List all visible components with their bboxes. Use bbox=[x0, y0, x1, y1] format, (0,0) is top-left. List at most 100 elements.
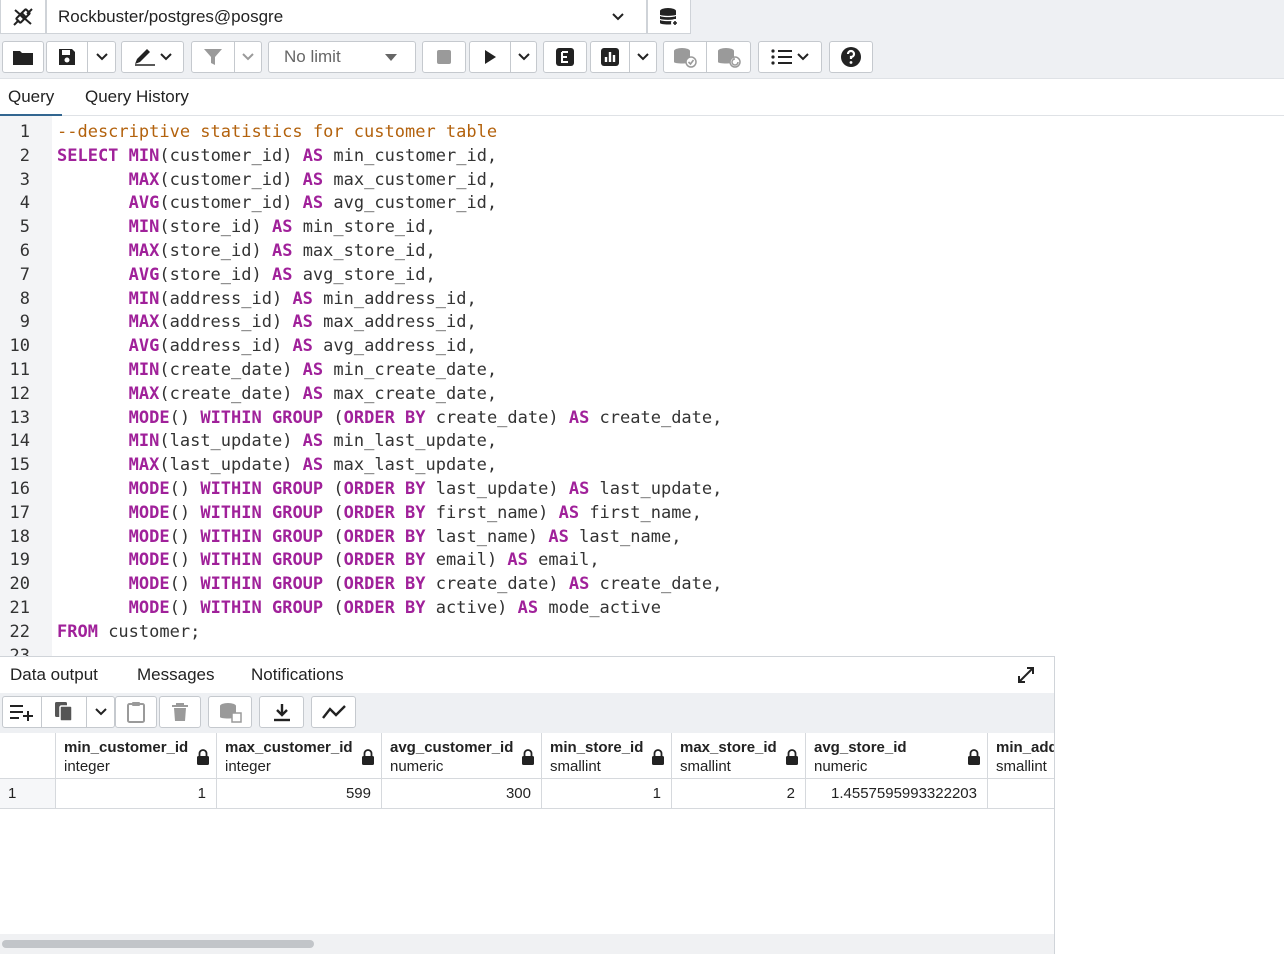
row-limit-select[interactable]: No limit bbox=[268, 41, 416, 73]
rollback-button[interactable] bbox=[707, 41, 751, 73]
rollback-icon bbox=[717, 48, 741, 68]
copy-options-dropdown[interactable] bbox=[87, 696, 115, 728]
explain-options-dropdown[interactable] bbox=[630, 41, 657, 73]
code-text: SELECT MIN(customer_id) AS min_customer_… bbox=[57, 144, 497, 168]
execute-icon bbox=[485, 50, 496, 64]
connection-select[interactable]: Rockbuster/postgres@posgre bbox=[46, 0, 647, 34]
scrollbar-thumb[interactable] bbox=[2, 940, 314, 948]
column-header[interactable]: max_store_id smallint bbox=[672, 733, 806, 779]
connection-status-button[interactable] bbox=[0, 0, 46, 34]
help-button[interactable] bbox=[829, 41, 873, 73]
sql-keyword: AVG bbox=[128, 336, 160, 357]
line-number: 2 bbox=[19, 145, 30, 166]
sql-keyword: AS bbox=[568, 407, 590, 428]
sql-keyword: AS bbox=[292, 312, 313, 333]
execute-button[interactable] bbox=[469, 41, 511, 73]
column-header[interactable]: min_store_id smallint bbox=[542, 733, 672, 779]
table-cell[interactable]: 1.4557595993322203 bbox=[806, 779, 988, 809]
save-options-dropdown[interactable] bbox=[88, 41, 116, 73]
line-number: 19 bbox=[9, 550, 30, 571]
sql-keyword: AS bbox=[568, 479, 590, 499]
sql-keyword: AS bbox=[292, 288, 313, 309]
lock-icon bbox=[522, 749, 534, 765]
column-header[interactable]: avg_store_id numeric bbox=[806, 733, 988, 779]
add-row-icon bbox=[10, 705, 33, 721]
lock-icon bbox=[786, 749, 798, 765]
paste-button[interactable] bbox=[115, 696, 157, 728]
sql-text: max_last_update, bbox=[323, 455, 498, 476]
sql-text: first_name) bbox=[425, 502, 559, 523]
macros-button[interactable] bbox=[758, 41, 822, 73]
filter-options-dropdown[interactable] bbox=[235, 41, 262, 73]
sql-keyword: WITHIN GROUP bbox=[200, 479, 324, 499]
sql-text: ( bbox=[323, 502, 344, 523]
line-number: 20 bbox=[9, 574, 30, 595]
line-chart-icon bbox=[321, 705, 346, 719]
code-text: MODE() WITHIN GROUP (ORDER BY last_updat… bbox=[57, 477, 723, 501]
table-cell[interactable]: 2 bbox=[672, 779, 806, 809]
column-header[interactable]: max_customer_id integer bbox=[217, 733, 382, 779]
sql-keyword: MAX bbox=[128, 312, 160, 333]
edit-pen-icon bbox=[134, 49, 155, 66]
column-name: avg_store_id bbox=[814, 739, 907, 756]
code-text: MIN(address_id) AS min_address_id, bbox=[57, 287, 477, 311]
sql-keyword: MAX bbox=[128, 383, 160, 404]
sql-keyword: ORDER BY bbox=[343, 502, 426, 523]
save-button[interactable] bbox=[46, 41, 88, 73]
sql-editor[interactable]: 1 --descriptive statistics for customer t… bbox=[0, 116, 1284, 656]
commit-button[interactable] bbox=[663, 41, 707, 73]
explain-analyze-button[interactable] bbox=[590, 41, 630, 73]
grid-corner[interactable] bbox=[0, 733, 56, 779]
sql-keyword: WITHIN GROUP bbox=[200, 407, 324, 428]
save-data-button[interactable] bbox=[208, 696, 252, 728]
graph-visualiser-button[interactable] bbox=[311, 696, 356, 728]
sql-keyword: MAX bbox=[128, 455, 160, 476]
sql-keyword: AS bbox=[517, 598, 539, 618]
column-header[interactable]: avg_customer_id numeric bbox=[382, 733, 542, 779]
new-connection-button[interactable] bbox=[647, 0, 691, 34]
execute-options-dropdown[interactable] bbox=[511, 41, 537, 73]
horizontal-scrollbar[interactable] bbox=[0, 934, 1054, 954]
sql-text: min_address_id, bbox=[312, 288, 477, 309]
tab-query[interactable]: Query bbox=[0, 87, 63, 117]
tab-data-output[interactable]: Data output bbox=[0, 665, 112, 696]
tab-notifications[interactable]: Notifications bbox=[251, 665, 344, 685]
copy-button[interactable] bbox=[42, 696, 87, 728]
add-row-button[interactable] bbox=[2, 696, 42, 728]
sql-keyword: AS bbox=[568, 574, 590, 595]
sql-keyword: ORDER BY bbox=[343, 479, 426, 499]
column-name: min_customer_id bbox=[64, 739, 189, 756]
sql-text: create_date, bbox=[589, 407, 723, 428]
download-button[interactable] bbox=[259, 696, 304, 728]
table-cell[interactable]: 300 bbox=[382, 779, 542, 809]
column-header[interactable]: min_customer_id integer bbox=[56, 733, 217, 779]
column-header[interactable]: min_address_id smallint bbox=[988, 733, 1054, 779]
sql-keyword: ORDER BY bbox=[343, 526, 426, 547]
sql-text: max_address_id, bbox=[312, 312, 477, 333]
code-text: MODE() WITHIN GROUP (ORDER BY create_dat… bbox=[57, 406, 723, 430]
sql-text: () bbox=[169, 550, 201, 571]
code-text: AVG(customer_id) AS avg_customer_id, bbox=[57, 191, 498, 215]
table-cell[interactable] bbox=[988, 779, 1054, 809]
filter-button[interactable] bbox=[191, 41, 235, 73]
open-file-button[interactable] bbox=[2, 41, 44, 73]
line-number: 11 bbox=[9, 360, 30, 380]
tab-query-history[interactable]: Query History bbox=[85, 87, 189, 107]
table-cell[interactable]: 1 bbox=[56, 779, 217, 809]
stop-button[interactable] bbox=[422, 41, 466, 73]
help-icon bbox=[841, 47, 861, 67]
table-cell[interactable]: 599 bbox=[217, 779, 382, 809]
delete-button[interactable] bbox=[159, 696, 201, 728]
tab-messages[interactable]: Messages bbox=[137, 665, 214, 685]
table-cell[interactable]: 1 bbox=[542, 779, 672, 809]
expand-icon[interactable] bbox=[1016, 665, 1036, 685]
edit-button[interactable] bbox=[121, 41, 184, 73]
sql-keyword: MIN bbox=[128, 360, 160, 380]
sql-text: (address_id) bbox=[159, 312, 293, 333]
explain-button[interactable] bbox=[543, 41, 587, 73]
row-number[interactable]: 1 bbox=[0, 779, 56, 809]
